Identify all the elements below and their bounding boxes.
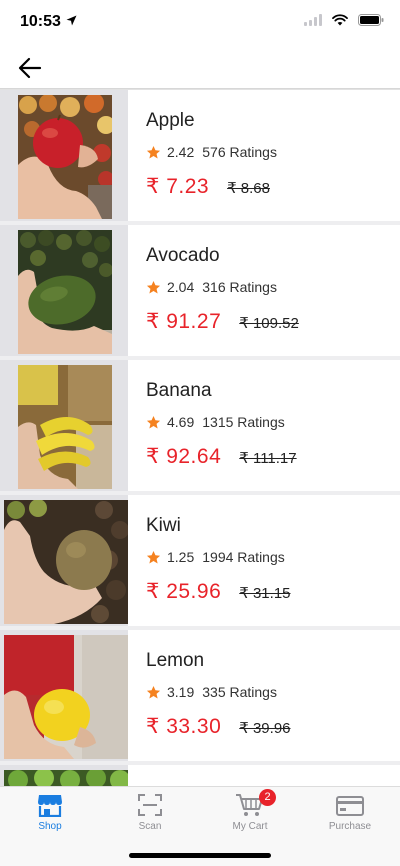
- price: ₹ 33.30: [146, 715, 222, 738]
- product-image: [4, 770, 128, 786]
- rating-score: 3.19: [167, 684, 195, 700]
- rating-score: 4.69: [167, 414, 195, 430]
- product-image-frame: [0, 765, 128, 786]
- status-time: 10:53: [20, 13, 61, 30]
- cellular-signal-icon: [304, 14, 322, 26]
- tab-shop[interactable]: Shop: [0, 787, 100, 837]
- product-name: Avocado: [146, 245, 220, 266]
- avocado-image: [18, 230, 112, 354]
- product-name: Banana: [146, 380, 212, 401]
- original-price: ₹ 8.68: [227, 180, 270, 197]
- price: ₹ 7.23: [146, 175, 210, 198]
- banana-image: [18, 365, 112, 489]
- back-arrow-icon: [18, 57, 42, 79]
- tab-label: Scan: [138, 821, 162, 832]
- product-name: Apple: [146, 110, 195, 131]
- price-row: ₹ 25.96 ₹ 31.15: [146, 579, 291, 604]
- status-bar: 10:53: [0, 0, 400, 46]
- tab-label: Purchase: [328, 821, 372, 832]
- tab-my-cart[interactable]: 2 My Cart: [200, 787, 300, 837]
- product-image-frame: [0, 225, 128, 356]
- product-image-frame: [0, 90, 128, 221]
- price-row: ₹ 92.64 ₹ 111.17: [146, 444, 297, 469]
- tab-purchase[interactable]: Purchase: [300, 787, 400, 837]
- apple-image: [18, 95, 112, 219]
- product-item-partial[interactable]: [0, 765, 400, 786]
- battery-icon: [358, 14, 384, 26]
- original-price: ₹ 39.96: [239, 720, 291, 737]
- price-row: ₹ 33.30 ₹ 39.96: [146, 714, 291, 739]
- original-price: ₹ 111.17: [239, 450, 297, 467]
- screen: 10:53 Apple 2.42 576 Ratings ₹ 7.23 ₹ 8.…: [0, 0, 400, 866]
- product-item-apple[interactable]: Apple 2.42 576 Ratings ₹ 7.23 ₹ 8.68: [0, 90, 400, 221]
- tab-scan[interactable]: Scan: [100, 787, 200, 837]
- product-name: Kiwi: [146, 515, 181, 536]
- rating-row: 2.04 316 Ratings: [146, 279, 277, 295]
- product-item-avocado[interactable]: Avocado 2.04 316 Ratings ₹ 91.27 ₹ 109.5…: [0, 225, 400, 356]
- credit-card-icon: [336, 796, 364, 816]
- scan-icon: [138, 794, 162, 816]
- rating-row: 4.69 1315 Ratings: [146, 414, 285, 430]
- home-indicator: [129, 853, 271, 858]
- product-item-banana[interactable]: Banana 4.69 1315 Ratings ₹ 92.64 ₹ 111.1…: [0, 360, 400, 491]
- product-name: Lemon: [146, 650, 205, 671]
- tab-label: Shop: [38, 821, 62, 832]
- navigation-bar: [0, 46, 400, 90]
- product-list[interactable]: Apple 2.42 576 Ratings ₹ 7.23 ₹ 8.68 Avo…: [0, 90, 400, 786]
- rating-score: 2.04: [167, 279, 195, 295]
- rating-row: 2.42 576 Ratings: [146, 144, 277, 160]
- rating-count: 316 Ratings: [202, 279, 277, 295]
- original-price: ₹ 31.15: [239, 585, 291, 602]
- product-item-lemon[interactable]: Lemon 3.19 335 Ratings ₹ 33.30 ₹ 39.96: [0, 630, 400, 761]
- star-icon: [146, 145, 161, 158]
- rating-count: 335 Ratings: [202, 684, 277, 700]
- cart-badge: 2: [259, 789, 276, 806]
- tab-label: My Cart: [232, 821, 268, 832]
- kiwi-image: [4, 500, 128, 624]
- product-image-frame: [0, 495, 128, 626]
- rating-count: 576 Ratings: [202, 144, 277, 160]
- location-arrow-icon: [66, 15, 77, 26]
- rating-score: 2.42: [167, 144, 195, 160]
- rating-row: 3.19 335 Ratings: [146, 684, 277, 700]
- star-icon: [146, 685, 161, 698]
- product-image-frame: [0, 360, 128, 491]
- star-icon: [146, 415, 161, 428]
- rating-count: 1315 Ratings: [202, 414, 285, 430]
- rating-score: 1.25: [167, 549, 195, 565]
- status-icons: [304, 14, 384, 26]
- price: ₹ 25.96: [146, 580, 222, 603]
- lemon-image: [4, 635, 128, 759]
- price: ₹ 91.27: [146, 310, 222, 333]
- product-image-frame: [0, 630, 128, 761]
- price-row: ₹ 91.27 ₹ 109.52: [146, 309, 299, 334]
- rating-count: 1994 Ratings: [202, 549, 285, 565]
- price-row: ₹ 7.23 ₹ 8.68: [146, 174, 270, 199]
- original-price: ₹ 109.52: [239, 315, 299, 332]
- wifi-icon: [332, 14, 348, 26]
- store-icon: [38, 795, 62, 817]
- rating-row: 1.25 1994 Ratings: [146, 549, 285, 565]
- product-item-kiwi[interactable]: Kiwi 1.25 1994 Ratings ₹ 25.96 ₹ 31.15: [0, 495, 400, 626]
- star-icon: [146, 550, 161, 563]
- back-button[interactable]: [14, 52, 48, 84]
- star-icon: [146, 280, 161, 293]
- price: ₹ 92.64: [146, 445, 222, 468]
